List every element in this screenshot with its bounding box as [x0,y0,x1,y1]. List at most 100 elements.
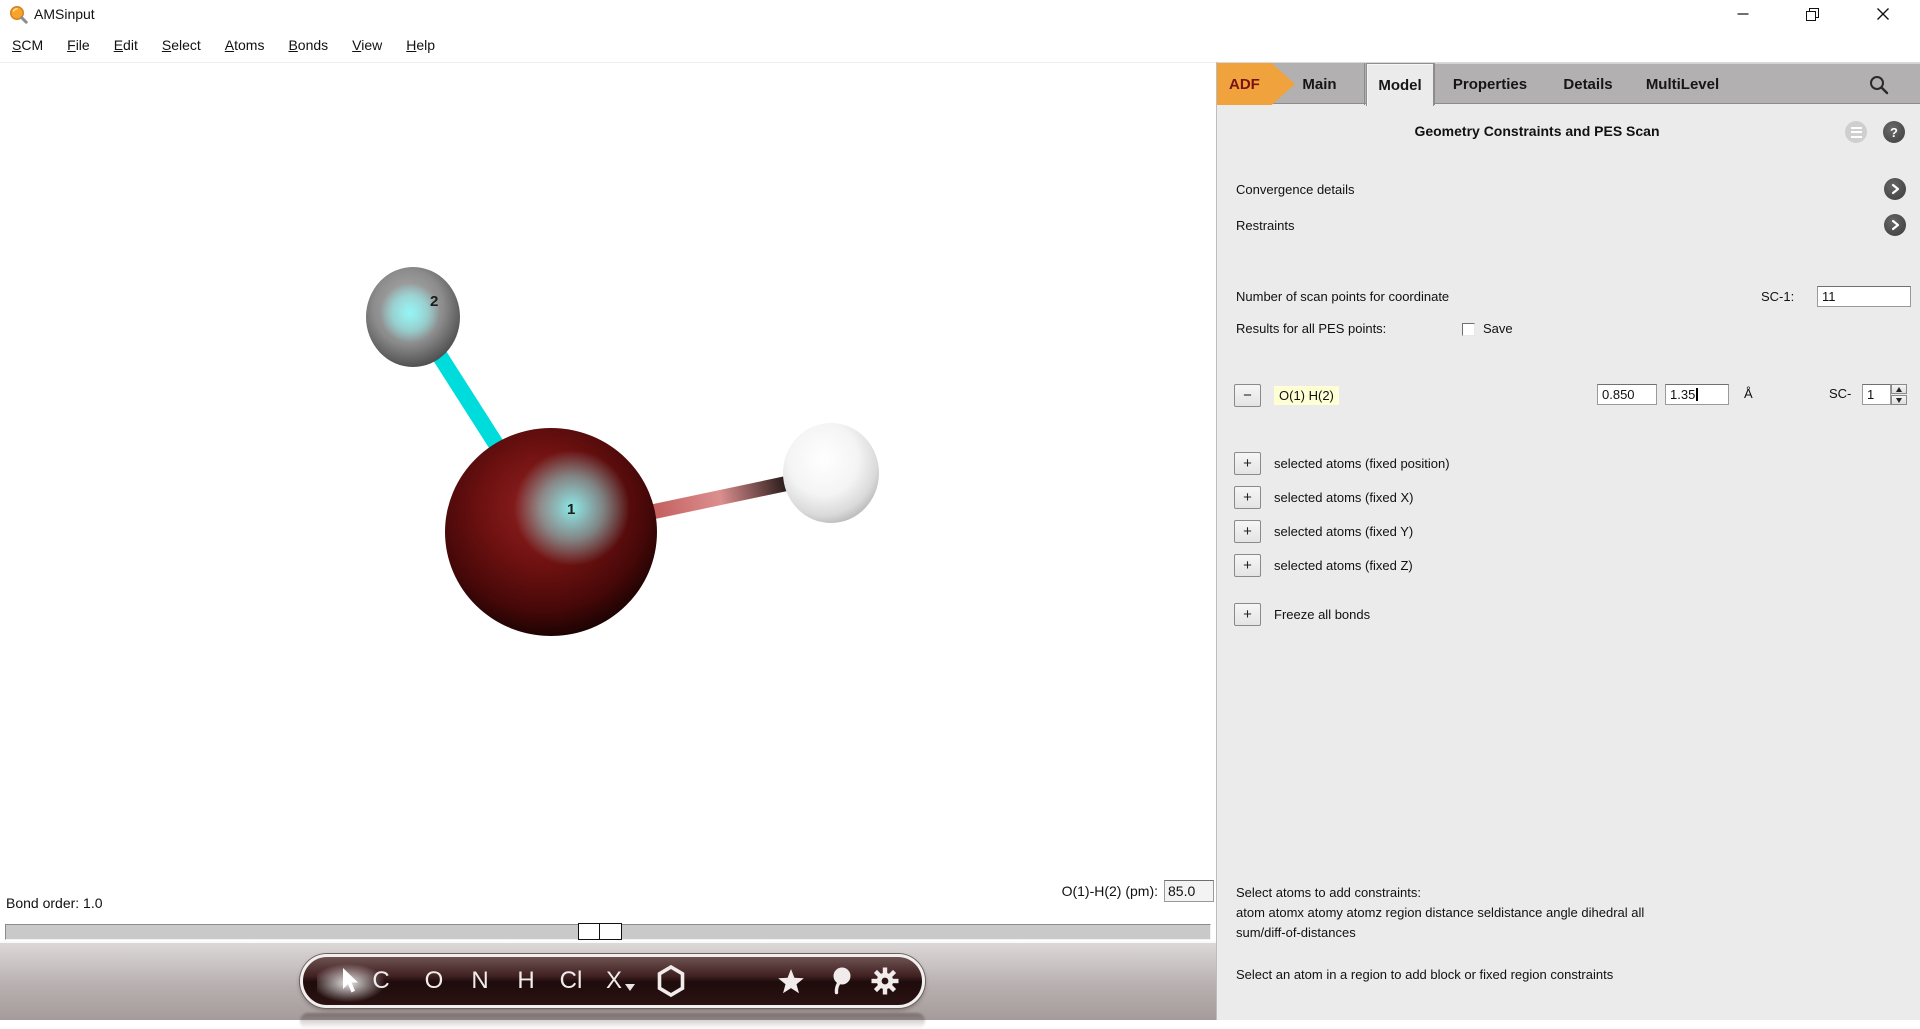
menu-view[interactable]: View [352,34,382,56]
ring-tool-button[interactable] [653,957,689,1005]
molecule-3d-view[interactable]: 2 1 [0,63,1216,925]
arrow-down-icon [1896,398,1902,403]
bond-order-status: Bond order: 1.0 [6,895,103,911]
distance-input[interactable]: 85.0 [1164,880,1214,902]
panel-search-button[interactable] [1865,71,1893,99]
close-icon [1877,8,1889,20]
menu-file[interactable]: File [67,34,90,56]
chevron-right-icon [1888,182,1902,196]
settings-button[interactable] [867,957,903,1005]
sc-number-spinner [1891,384,1907,405]
adf-input-panel: ADF Main Model Properties Details MultiL… [1216,62,1920,1020]
convergence-expand-button[interactable] [1884,178,1906,200]
view-slider-track[interactable] [5,924,1211,940]
atom-h2[interactable]: 2 [366,267,460,367]
freeze-all-bonds-label: Freeze all bonds [1274,607,1370,622]
add-fixed-y-button[interactable]: + [1234,520,1261,543]
element-h-button[interactable]: H [512,957,540,1005]
view-slider-handle[interactable] [578,923,622,940]
restraints-expand-button[interactable] [1884,214,1906,236]
fixed-z-label: selected atoms (fixed Z) [1274,558,1413,573]
fixed-y-label: selected atoms (fixed Y) [1274,524,1413,539]
panel-title: Geometry Constraints and PES Scan [1237,123,1837,139]
save-checkbox[interactable] [1462,323,1475,336]
panel-menu-button[interactable] [1845,121,1867,143]
menu-edit[interactable]: Edit [114,34,138,56]
constraint-name-label[interactable]: O(1) H(2) [1274,386,1339,405]
convergence-details-label[interactable]: Convergence details [1236,182,1355,197]
search-icon [1868,74,1890,96]
element-c-button[interactable]: C [367,957,395,1005]
scan-to-input[interactable]: 1.35 [1665,384,1729,405]
toolbar-reflection [300,1013,925,1029]
add-fixed-position-button[interactable]: + [1234,452,1261,475]
element-x-dropdown-icon[interactable] [625,984,635,991]
spinner-down-button[interactable] [1891,395,1907,405]
menu-scm[interactable]: SCM [12,34,43,56]
minimize-button[interactable] [1720,0,1766,28]
arrow-up-icon [1896,387,1902,392]
spinner-up-button[interactable] [1891,384,1907,394]
element-n-button[interactable]: N [466,957,494,1005]
atom-o1[interactable]: 1 [445,428,657,636]
restore-icon [1806,8,1819,21]
scan-points-label: Number of scan points for coordinate [1236,289,1449,304]
distance-label: O(1)-H(2) (pm): [900,883,1158,899]
gear-icon [870,966,900,996]
angstrom-unit-label: Å [1744,386,1753,401]
molecule-viewport[interactable]: 2 1 Bond order: 1.0 O(1)-H(2) (pm): 85.0 [0,62,1216,924]
tab-multilevel[interactable]: MultiLevel [1630,63,1735,105]
save-checkbox-label[interactable]: Save [1483,321,1513,336]
constraints-help-text: Select atoms to add constraints: atom at… [1236,883,1896,943]
scan-from-input[interactable]: 0.850 [1597,384,1657,405]
title-bar: AMSinput [0,0,1920,28]
tab-details[interactable]: Details [1553,63,1623,105]
menu-help[interactable]: Help [406,34,435,56]
region-help-text: Select an atom in a region to add block … [1236,967,1896,982]
element-toolbar: C O N H Cl X [300,954,925,1008]
restraints-label[interactable]: Restraints [1236,218,1295,233]
freeze-all-bonds-button[interactable]: + [1234,603,1261,626]
cursor-icon [337,967,359,995]
toolbar-strip: C O N H Cl X [0,941,1216,1020]
text-caret [1696,388,1698,401]
sc-label: SC- [1829,386,1851,401]
element-cl-button[interactable]: Cl [553,957,589,1005]
atom-h2-label: 2 [430,293,438,310]
add-fixed-z-button[interactable]: + [1234,554,1261,577]
add-fixed-x-button[interactable]: + [1234,486,1261,509]
remove-constraint-button[interactable]: − [1234,384,1261,407]
chevron-right-icon [1888,218,1902,232]
benzene-ring-icon [656,964,686,998]
panel-help-button[interactable]: ? [1883,121,1905,143]
tab-group: Properties Details MultiLevel [1434,63,1920,105]
panel-tab-bar: ADF Main Model Properties Details MultiL… [1217,62,1920,104]
menu-lines-icon [1851,127,1862,129]
star-icon [777,968,805,995]
sc1-label: SC-1: [1761,289,1794,304]
select-tool-button[interactable] [331,957,365,1005]
results-pes-label: Results for all PES points: [1236,321,1386,336]
tab-properties[interactable]: Properties [1435,63,1545,105]
fixed-position-label: selected atoms (fixed position) [1274,456,1450,471]
balloon-tool-button[interactable] [824,957,858,1005]
app-logo-magnifier-icon [8,4,28,24]
menu-select[interactable]: Select [162,34,201,56]
fixed-x-label: selected atoms (fixed X) [1274,490,1413,505]
atom-o1-label: 1 [567,501,575,518]
atom-h3[interactable] [783,423,879,523]
element-o-button[interactable]: O [420,957,448,1005]
menu-bar: SCM File Edit Select Atoms Bonds View He… [0,28,1216,62]
menu-bonds[interactable]: Bonds [288,34,328,56]
structures-tool-button[interactable] [773,957,809,1005]
window-title: AMSinput [34,6,95,22]
tab-model[interactable]: Model [1366,63,1434,106]
element-x-button[interactable]: X [600,957,628,1005]
balloon-icon [829,966,853,996]
scan-points-input[interactable]: 11 [1817,286,1911,307]
minimize-icon [1737,8,1749,20]
restore-button[interactable] [1789,0,1835,28]
close-button[interactable] [1860,0,1906,28]
menu-atoms[interactable]: Atoms [225,34,265,56]
sc-number-input[interactable]: 1 [1862,384,1891,405]
